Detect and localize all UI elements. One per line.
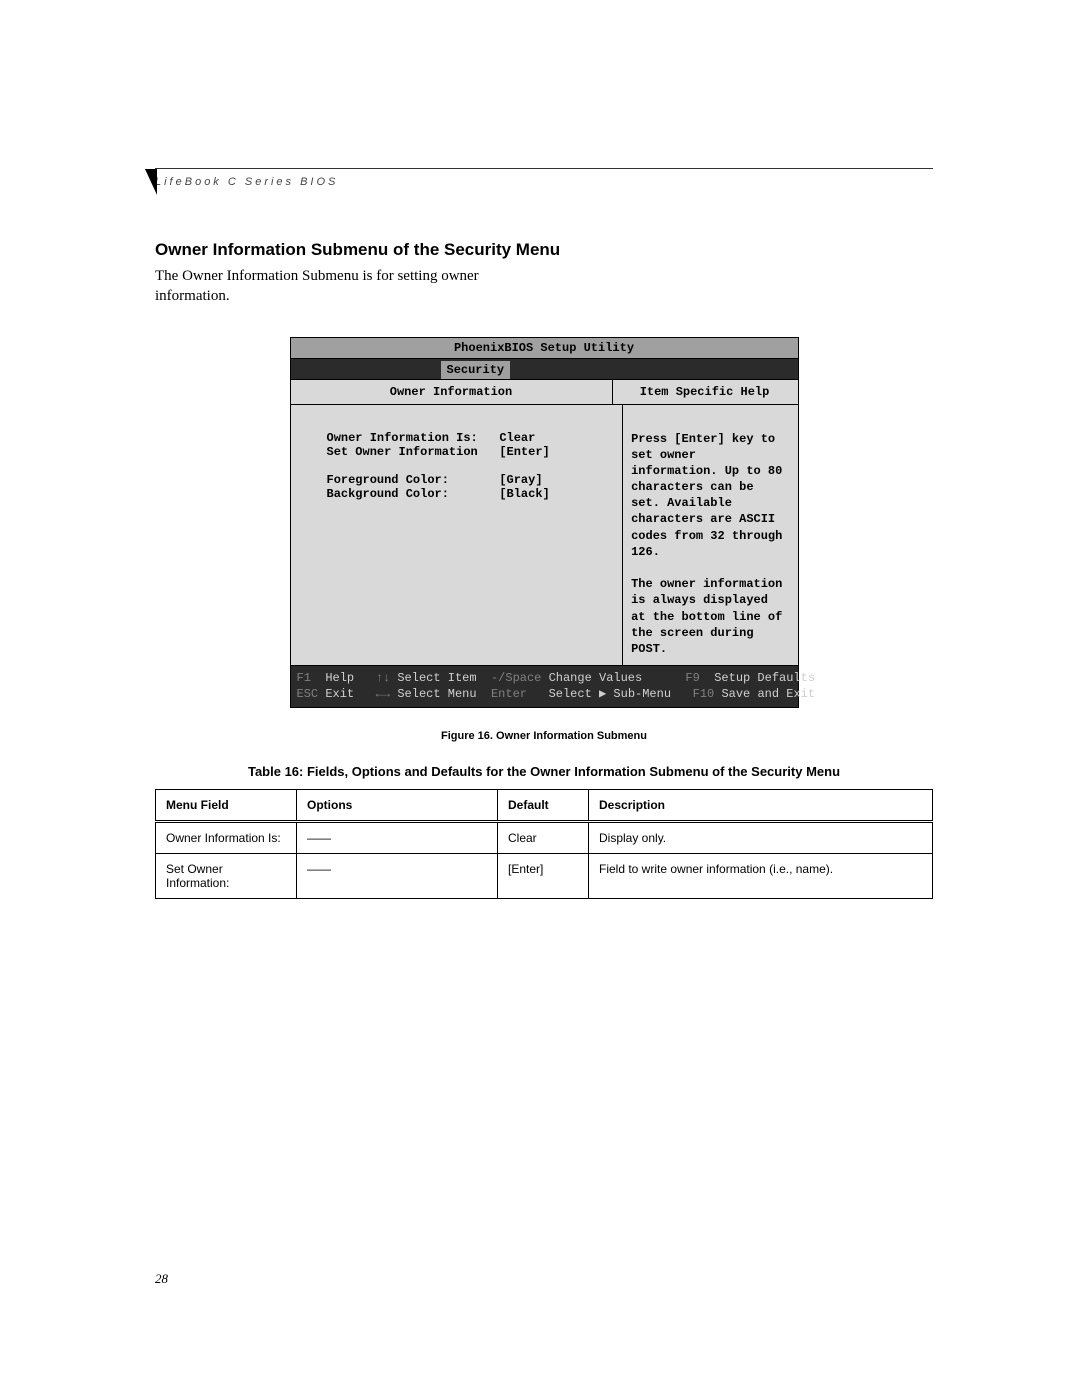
th-description: Description (589, 789, 933, 821)
bios-help-pane: Press [Enter] key to set owner informati… (623, 405, 797, 666)
bios-column-headers: Owner Information Item Specific Help (291, 379, 798, 405)
cell-default: Clear (498, 821, 589, 853)
bios-right-header: Item Specific Help (613, 380, 797, 404)
fields-table: Menu Field Options Default Description O… (155, 789, 933, 899)
head-triangle-icon (145, 169, 161, 205)
cell-menu-field: Set Owner Information: (156, 853, 297, 898)
running-head-text: LifeBook C Series BIOS (155, 176, 338, 188)
cell-options: —— (297, 821, 498, 853)
table-header-row: Menu Field Options Default Description (156, 789, 933, 821)
cell-description: Display only. (589, 821, 933, 853)
intro-paragraph: The Owner Information Submenu is for set… (155, 266, 535, 307)
table-row: Owner Information Is:——ClearDisplay only… (156, 821, 933, 853)
bios-title: PhoenixBIOS Setup Utility (291, 338, 798, 359)
cell-description: Field to write owner information (i.e., … (589, 853, 933, 898)
th-default: Default (498, 789, 589, 821)
bios-tab-bar: Security (291, 359, 798, 379)
table-caption: Table 16: Fields, Options and Defaults f… (155, 764, 933, 779)
bios-left-header: Owner Information (291, 380, 613, 404)
cell-menu-field: Owner Information Is: (156, 821, 297, 853)
document-page: LifeBook C Series BIOS Owner Information… (0, 0, 1080, 1397)
cell-options: —— (297, 853, 498, 898)
th-menu-field: Menu Field (156, 789, 297, 821)
bios-screenshot: PhoenixBIOS Setup Utility Security Owner… (290, 337, 799, 708)
cell-default: [Enter] (498, 853, 589, 898)
page-number: 28 (155, 1271, 168, 1287)
bios-body: Owner Information Is: Clear Set Owner In… (291, 405, 798, 667)
bios-tab-security: Security (441, 361, 511, 379)
section-heading: Owner Information Submenu of the Securit… (155, 240, 933, 260)
bios-fields-pane: Owner Information Is: Clear Set Owner In… (291, 405, 624, 666)
table-row: Set Owner Information:——[Enter]Field to … (156, 853, 933, 898)
bios-footer: F1 Help ↑↓ Select Item -/Space Change Va… (291, 666, 798, 706)
th-options: Options (297, 789, 498, 821)
running-head: LifeBook C Series BIOS (155, 168, 933, 190)
figure-caption: Figure 16. Owner Information Submenu (155, 730, 933, 742)
